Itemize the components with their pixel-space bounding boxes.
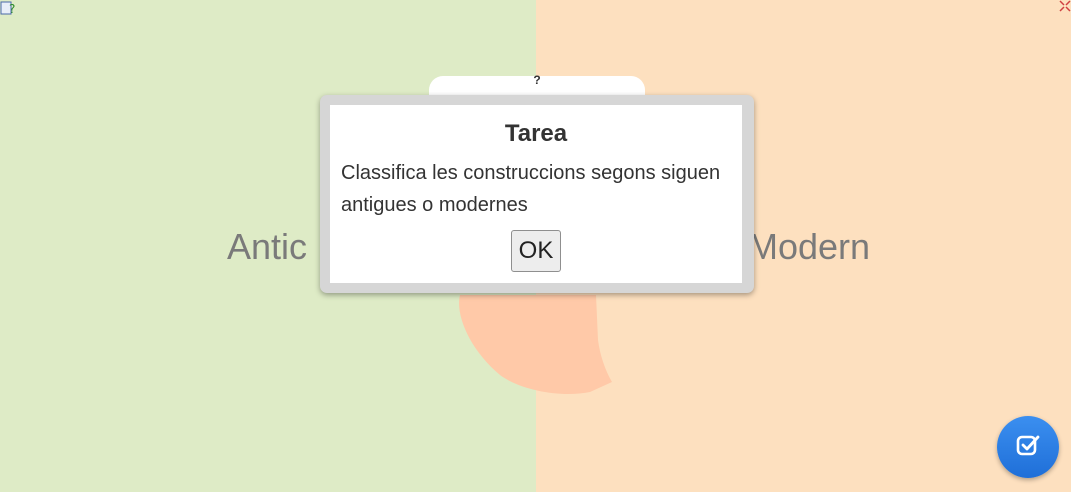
help-icon[interactable]: ?	[530, 73, 544, 87]
check-answers-button[interactable]	[997, 416, 1059, 478]
help-icon[interactable]: ?	[0, 0, 16, 16]
ok-button[interactable]: OK	[511, 230, 561, 272]
svg-text:?: ?	[9, 2, 15, 16]
checkbox-check-icon	[1016, 435, 1040, 456]
task-dialog-body: Tarea Classifica les construccions segon…	[330, 105, 742, 283]
fullscreen-icon[interactable]	[1059, 0, 1071, 12]
task-dialog: Tarea Classifica les construccions segon…	[320, 95, 754, 293]
zone-label-modern: Modern	[748, 226, 871, 267]
zone-label-antic: Antic	[227, 226, 308, 267]
dialog-title: Tarea	[504, 120, 568, 147]
dialog-message: Classifica les construccions segons sigu…	[341, 162, 721, 216]
